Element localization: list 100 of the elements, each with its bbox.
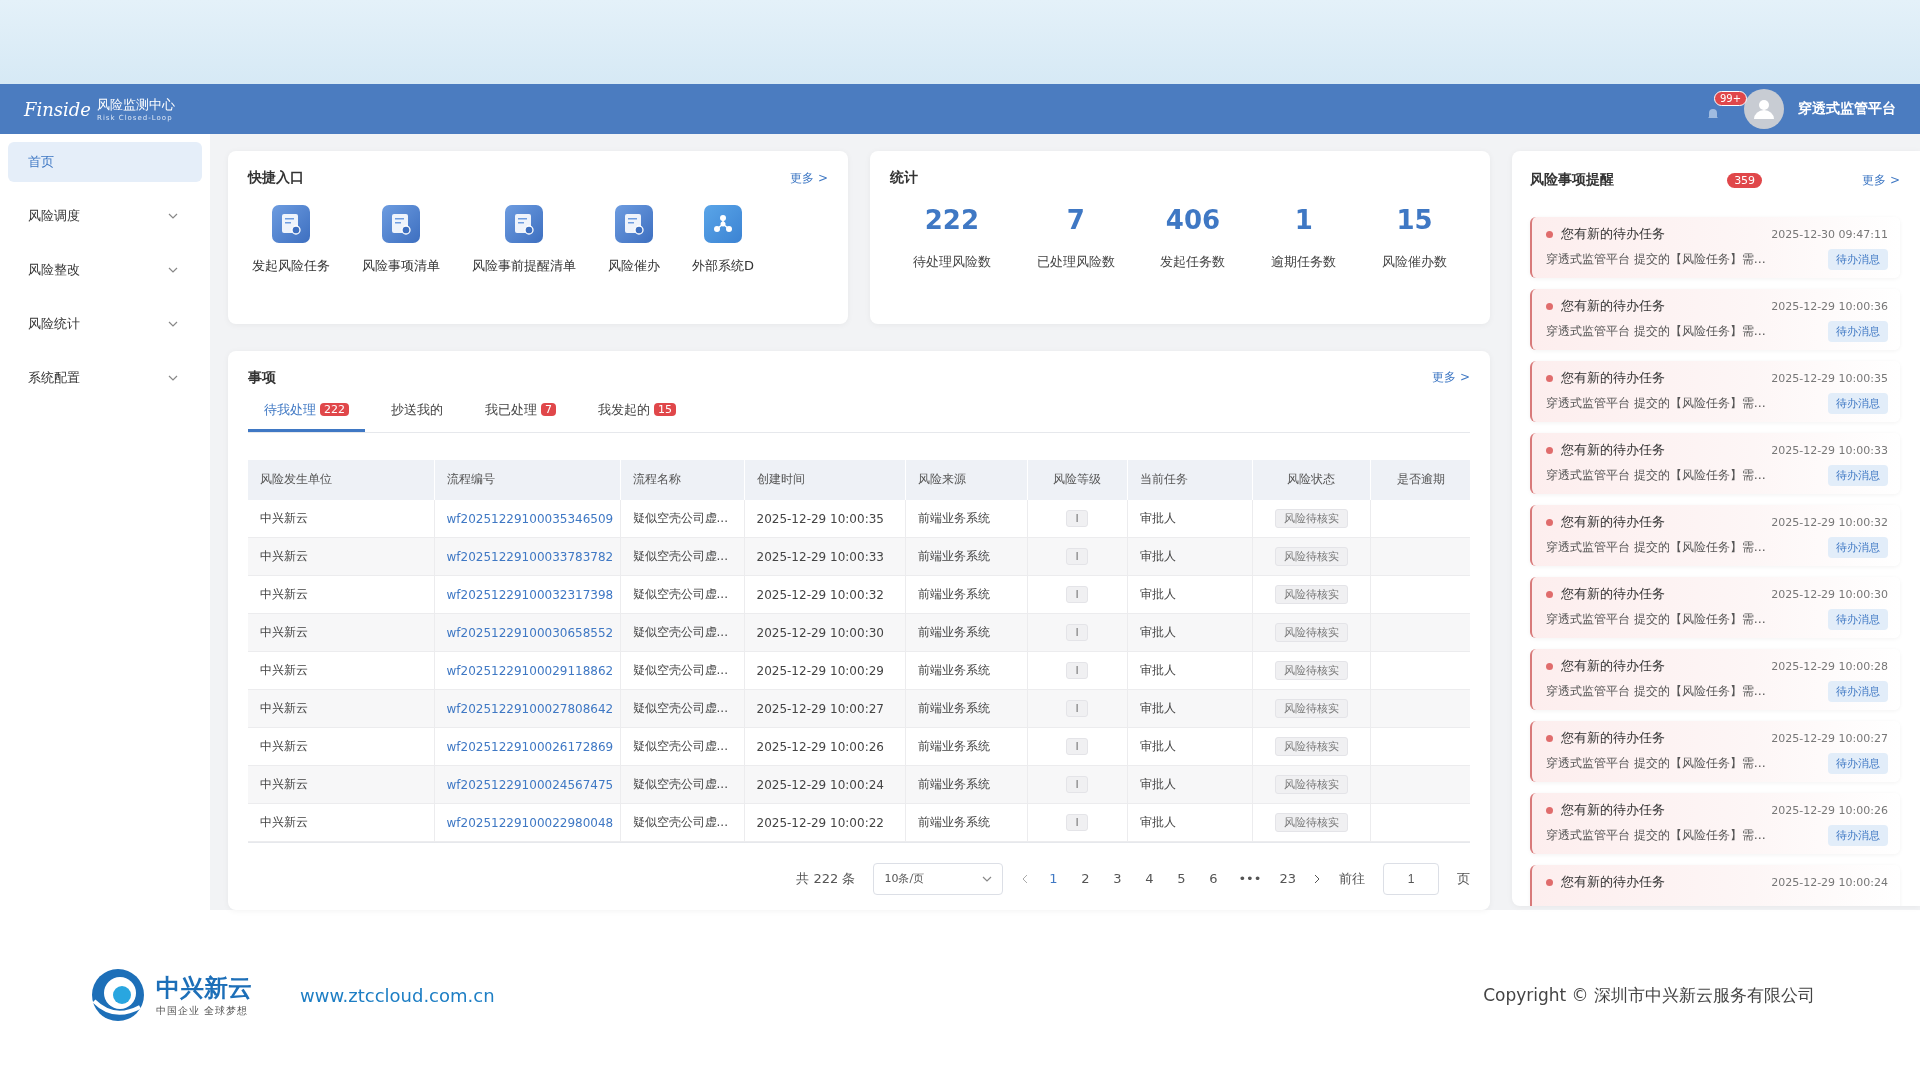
user-icon (1753, 98, 1775, 120)
card-title: 快捷入口 (248, 169, 304, 187)
page-number[interactable]: 2 (1078, 871, 1093, 887)
column-header: 风险来源 (905, 459, 1027, 500)
reminder-card[interactable]: 您有新的待办任务 2025-12-30 09:47:11 穿透式监管平台 提交的【风险任务】需… 待办消息 (1530, 217, 1900, 278)
page-number[interactable]: 3 (1110, 871, 1125, 887)
sidebar-item[interactable]: 风险调度 (8, 196, 202, 236)
reminder-title: 您有新的待办任务 (1561, 873, 1665, 891)
status-tag: 风险待核实 (1274, 623, 1348, 643)
tab[interactable]: 抄送我的 (375, 394, 459, 432)
todo-tag: 待办消息 (1828, 249, 1888, 270)
table-cell: 疑似空壳公司虚... (620, 575, 744, 614)
more-link[interactable]: 更多 > (1432, 369, 1470, 387)
table-cell: 审批人 (1127, 765, 1252, 804)
page-number[interactable]: 6 (1206, 871, 1221, 887)
sidebar-item[interactable]: 首页 (8, 142, 202, 182)
page-size-select[interactable]: 10条/页 (873, 862, 1004, 895)
column-header: 流程名称 (620, 459, 744, 500)
shortcut-tile[interactable] (382, 205, 420, 243)
avatar[interactable] (1744, 89, 1784, 129)
reminder-card[interactable]: 您有新的待办任务 2025-12-29 10:00:27 穿透式监管平台 提交的【风险任务】需… 待办消息 (1530, 721, 1900, 782)
count-badge: 15 (654, 403, 676, 417)
page-number[interactable]: 5 (1174, 871, 1189, 887)
more-link[interactable]: 更多 > (1862, 171, 1900, 189)
reminder-card[interactable]: 您有新的待办任务 2025-12-29 10:00:28 穿透式监管平台 提交的【风险任务】需… 待办消息 (1530, 649, 1900, 710)
shortcut-tile[interactable] (272, 205, 310, 243)
shortcut-label[interactable]: 风险催办 (608, 257, 660, 275)
todo-tag: 待办消息 (1828, 537, 1888, 558)
process-link[interactable]: wf20251229100027808642 (446, 701, 614, 716)
table-cell: 疑似空壳公司虚... (620, 613, 744, 652)
table-cell: 疑似空壳公司虚... (620, 765, 744, 804)
chevron-left-icon[interactable] (1021, 873, 1029, 884)
notification-badge: 99+ (1714, 91, 1748, 106)
reminder-card[interactable]: 您有新的待办任务 2025-12-29 10:00:35 穿透式监管平台 提交的【风险任务】需… 待办消息 (1530, 361, 1900, 422)
status-tag: 风险待核实 (1274, 775, 1348, 795)
table-cell: 2025-12-29 10:00:32 (744, 575, 905, 614)
reminder-card[interactable]: 您有新的待办任务 2025-12-29 10:00:24 (1530, 865, 1900, 906)
table-cell: 中兴新云 (248, 651, 434, 690)
level-tag: I (1066, 662, 1088, 680)
table-cell: 2025-12-29 10:00:30 (744, 613, 905, 652)
user-name[interactable]: 穿透式监管平台 (1798, 100, 1896, 118)
table-cell: 审批人 (1127, 613, 1252, 652)
shortcut-tile[interactable] (615, 205, 653, 243)
chevron-right-icon[interactable] (1314, 873, 1321, 884)
reminder-card[interactable]: 您有新的待办任务 2025-12-29 10:00:30 穿透式监管平台 提交的【风险任务】需… 待办消息 (1530, 577, 1900, 638)
page-number[interactable]: ••• (1238, 871, 1262, 887)
website-link[interactable]: www.ztccloud.com.cn (300, 984, 495, 1006)
shortcut-label[interactable]: 外部系统D (692, 257, 754, 275)
reminder-card[interactable]: 您有新的待办任务 2025-12-29 10:00:36 穿透式监管平台 提交的【风险任务】需… 待办消息 (1530, 289, 1900, 350)
unread-dot (1546, 806, 1553, 814)
page-input[interactable]: 1 (1383, 862, 1439, 895)
reminder-card[interactable]: 您有新的待办任务 2025-12-29 10:00:33 穿透式监管平台 提交的【风险任务】需… 待办消息 (1530, 433, 1900, 494)
table-cell: 中兴新云 (248, 575, 434, 614)
process-link[interactable]: wf20251229100033783782 (446, 549, 614, 564)
reminder-time: 2025-12-29 10:00:28 (1771, 659, 1888, 673)
process-link[interactable]: wf20251229100032317398 (446, 587, 614, 602)
more-link[interactable]: 更多 > (790, 169, 828, 187)
stat-value: 15 (1396, 205, 1433, 235)
page-number[interactable]: 23 (1279, 871, 1296, 887)
process-link[interactable]: wf20251229100022980048 (446, 815, 614, 830)
table-cell: 前端业务系统 (905, 765, 1027, 804)
table-cell: 审批人 (1127, 803, 1252, 842)
todo-tag: 待办消息 (1828, 825, 1888, 846)
tab[interactable]: 我发起的 15 (582, 394, 692, 432)
process-link[interactable]: wf20251229100024567475 (446, 777, 614, 792)
status-tag: 风险待核实 (1274, 813, 1348, 833)
level-tag: I (1066, 548, 1088, 566)
page-number[interactable]: 1 (1046, 871, 1061, 887)
chevron-down-icon (168, 375, 178, 381)
sidebar-item[interactable]: 系统配置 (8, 358, 202, 398)
shortcut-tile[interactable] (505, 205, 543, 243)
table-cell: 2025-12-29 10:00:35 (744, 499, 905, 538)
table-cell: 前端业务系统 (905, 803, 1027, 842)
column-header: 风险状态 (1252, 459, 1370, 500)
reminder-card[interactable]: 您有新的待办任务 2025-12-29 10:00:32 穿透式监管平台 提交的【风险任务】需… 待办消息 (1530, 505, 1900, 566)
process-link[interactable]: wf20251229100029118862 (446, 663, 614, 678)
process-link[interactable]: wf20251229100026172869 (446, 739, 614, 754)
table-cell: 疑似空壳公司虚... (620, 689, 744, 728)
reminder-text: 穿透式监管平台 提交的【风险任务】需… (1546, 611, 1766, 628)
unread-dot (1546, 878, 1553, 886)
shortcut-label[interactable]: 风险事前提醒清单 (472, 257, 576, 275)
shortcut-tile[interactable] (704, 205, 742, 243)
sidebar-item[interactable]: 风险统计 (8, 304, 202, 344)
stat-label: 逾期任务数 (1271, 253, 1337, 271)
column-header: 流程编号 (434, 459, 620, 500)
reminder-title: 您有新的待办任务 (1561, 225, 1665, 243)
sidebar-item[interactable]: 风险整改 (8, 250, 202, 290)
level-tag: I (1066, 624, 1088, 642)
reminder-text: 穿透式监管平台 提交的【风险任务】需… (1546, 467, 1766, 484)
shortcut-label[interactable]: 风险事项清单 (362, 257, 440, 275)
tab[interactable]: 我已处理 7 (469, 394, 572, 432)
process-link[interactable]: wf20251229100035346509 (446, 511, 614, 526)
reminder-card[interactable]: 您有新的待办任务 2025-12-29 10:00:26 穿透式监管平台 提交的【风险任务】需… 待办消息 (1530, 793, 1900, 854)
reminder-text: 穿透式监管平台 提交的【风险任务】需… (1546, 683, 1766, 700)
status-tag: 风险待核实 (1274, 737, 1348, 757)
table-cell: 审批人 (1127, 575, 1252, 614)
shortcut-label[interactable]: 发起风险任务 (252, 257, 330, 275)
process-link[interactable]: wf20251229100030658552 (446, 625, 614, 640)
tab[interactable]: 待我处理 222 (248, 394, 365, 432)
page-number[interactable]: 4 (1142, 871, 1157, 887)
